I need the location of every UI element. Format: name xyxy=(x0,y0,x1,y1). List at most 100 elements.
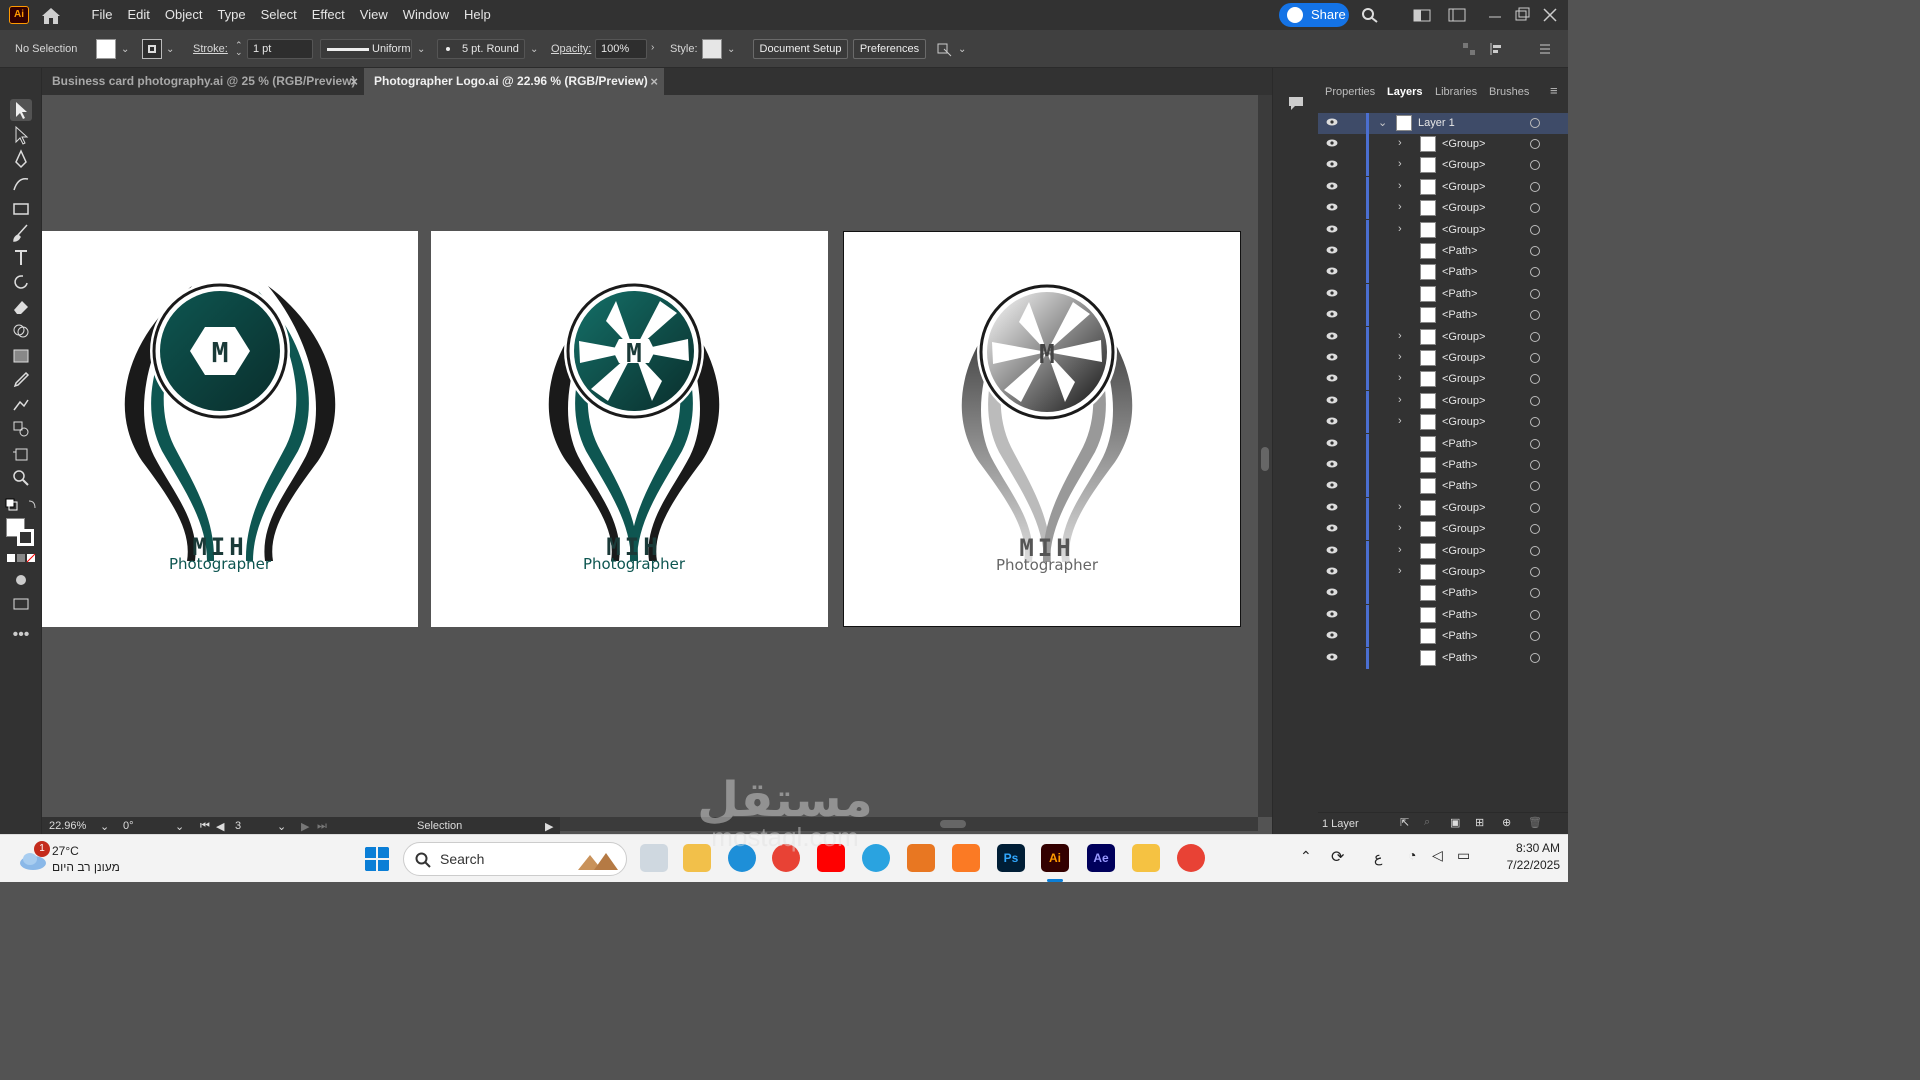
opacity-label[interactable]: Opacity: xyxy=(551,43,591,55)
expand-chevron-icon[interactable]: › xyxy=(1398,415,1402,427)
target-circle-icon[interactable] xyxy=(1530,246,1540,256)
item-name[interactable]: <Path> xyxy=(1442,459,1477,471)
tray-chevron-icon[interactable]: ⌃ xyxy=(1300,848,1312,865)
artboard-tool-icon[interactable] xyxy=(10,443,32,465)
target-circle-icon[interactable] xyxy=(1530,481,1540,492)
stroke-color-swatch[interactable] xyxy=(17,529,34,546)
first-artboard-icon[interactable]: ⏮ xyxy=(200,820,210,833)
item-name[interactable]: <Group> xyxy=(1442,523,1485,535)
opacity-field[interactable]: 100% xyxy=(595,39,647,59)
stroke-weight-field[interactable]: 1 pt xyxy=(247,39,313,59)
sync-icon[interactable]: ⟳ xyxy=(1331,847,1344,867)
direct-selection-tool-icon[interactable] xyxy=(10,124,32,146)
target-circle-icon[interactable] xyxy=(1530,288,1540,299)
layer-item-row[interactable]: › <Group> xyxy=(1318,176,1568,198)
tab-photographer-logo[interactable]: Photographer Logo.ai @ 22.96 % (RGB/Prev… xyxy=(364,68,664,95)
expand-chevron-icon[interactable]: › xyxy=(1398,223,1402,235)
stroke-profile-select[interactable]: Uniform xyxy=(320,39,412,59)
layer-item-row[interactable]: <Path> xyxy=(1318,583,1568,605)
search-icon[interactable] xyxy=(1361,7,1379,23)
item-name[interactable]: <Group> xyxy=(1442,352,1485,364)
layer-item-row[interactable]: <Path> xyxy=(1318,433,1568,455)
rotation-value[interactable]: 0° xyxy=(123,820,134,832)
target-circle-icon[interactable] xyxy=(1530,203,1540,214)
status-arrow-icon[interactable]: ▶ xyxy=(545,820,553,833)
blend-tool-icon[interactable] xyxy=(10,394,32,416)
layer-item-row[interactable]: <Path> xyxy=(1318,455,1568,476)
workspace-icon[interactable] xyxy=(1448,7,1466,23)
store-icon[interactable] xyxy=(683,844,711,872)
layer-item-row[interactable]: <Path> xyxy=(1318,626,1568,648)
expand-chevron-icon[interactable]: › xyxy=(1398,394,1402,406)
zoom-level[interactable]: 22.96% xyxy=(49,820,86,832)
zoom-chevron-icon[interactable]: ⌄ xyxy=(100,820,109,833)
visibility-eye-icon[interactable] xyxy=(1326,481,1338,489)
target-circle-icon[interactable] xyxy=(1530,652,1540,663)
expand-chevron-icon[interactable]: › xyxy=(1398,137,1402,149)
visibility-eye-icon[interactable] xyxy=(1326,160,1338,168)
visibility-eye-icon[interactable] xyxy=(1326,610,1338,618)
restore-icon[interactable] xyxy=(1513,7,1531,23)
target-circle-icon[interactable] xyxy=(1530,609,1540,620)
layer-item-row[interactable]: › <Group> xyxy=(1318,497,1568,519)
eraser-tool-icon[interactable] xyxy=(10,296,32,318)
taskbar-search[interactable]: Search xyxy=(403,842,627,876)
item-name[interactable]: <Group> xyxy=(1442,224,1485,236)
expand-chevron-icon[interactable]: › xyxy=(1398,330,1402,342)
preferences-button[interactable]: Preferences xyxy=(853,39,926,59)
item-name[interactable]: <Group> xyxy=(1442,331,1485,343)
zoom-tool-icon[interactable] xyxy=(10,467,32,489)
panel-menu-icon[interactable] xyxy=(1538,42,1552,56)
target-circle-icon[interactable] xyxy=(1530,160,1540,171)
tab-close-icon[interactable]: × xyxy=(350,68,358,95)
fill-chevron-icon[interactable]: ⌄ xyxy=(121,45,131,55)
item-name[interactable]: <Path> xyxy=(1442,438,1477,450)
expand-chevron-icon[interactable]: › xyxy=(1398,565,1402,577)
item-name[interactable]: <Group> xyxy=(1442,502,1485,514)
expand-chevron-icon[interactable]: › xyxy=(1398,351,1402,363)
visibility-eye-icon[interactable] xyxy=(1326,396,1338,404)
item-name[interactable]: <Group> xyxy=(1442,566,1485,578)
expand-chevron-icon[interactable]: › xyxy=(1398,522,1402,534)
panel-options-icon[interactable]: ≡ xyxy=(1550,83,1558,98)
tab-close-icon[interactable]: × xyxy=(650,68,658,95)
canvas-area[interactable]: M MIH Photographer M MIH Photographer M … xyxy=(42,95,1258,817)
distribute-icon[interactable] xyxy=(1489,42,1503,56)
stroke-swatch[interactable] xyxy=(142,39,162,59)
artboard-number[interactable]: 3 xyxy=(235,820,241,832)
youtube-icon[interactable] xyxy=(817,844,845,872)
visibility-eye-icon[interactable] xyxy=(1326,310,1338,318)
artboard-chevron-icon[interactable]: ⌄ xyxy=(277,820,286,833)
arrange-documents-icon[interactable] xyxy=(1413,7,1431,23)
item-name[interactable]: <Path> xyxy=(1442,266,1477,278)
layer-name[interactable]: Layer 1 xyxy=(1418,117,1455,129)
layer-item-row[interactable]: <Path> xyxy=(1318,604,1568,626)
target-circle-icon[interactable] xyxy=(1530,460,1540,470)
menu-edit[interactable]: Edit xyxy=(120,0,157,30)
menu-file[interactable]: File xyxy=(84,0,120,30)
curvature-tool-icon[interactable] xyxy=(10,173,32,195)
visibility-eye-icon[interactable] xyxy=(1326,503,1338,511)
arrange-chevron-icon[interactable]: ⌄ xyxy=(958,45,968,55)
visibility-eye-icon[interactable] xyxy=(1326,417,1338,425)
expand-chevron-icon[interactable]: › xyxy=(1398,372,1402,384)
close-icon[interactable] xyxy=(1541,7,1559,23)
next-artboard-icon[interactable]: ▶ xyxy=(301,820,309,833)
target-circle-icon[interactable] xyxy=(1530,631,1540,642)
visibility-eye-icon[interactable] xyxy=(1326,439,1338,447)
layer-item-row[interactable]: › <Group> xyxy=(1318,134,1568,155)
visibility-eye-icon[interactable] xyxy=(1326,653,1338,661)
target-circle-icon[interactable] xyxy=(1530,139,1540,149)
xampp-icon[interactable] xyxy=(952,844,980,872)
target-circle-icon[interactable] xyxy=(1530,395,1540,406)
paintbrush-tool-icon[interactable] xyxy=(10,222,32,244)
wifi-icon[interactable]: ◔ xyxy=(1408,847,1416,863)
tab-libraries[interactable]: Libraries xyxy=(1435,86,1477,98)
chrome-profile-icon[interactable] xyxy=(1177,844,1205,872)
horizontal-scroll-thumb[interactable] xyxy=(940,820,966,828)
opacity-arrow-icon[interactable]: › xyxy=(651,43,661,53)
target-circle-icon[interactable] xyxy=(1530,224,1540,235)
task-view-icon[interactable] xyxy=(640,844,668,872)
share-button[interactable]: Share xyxy=(1279,3,1349,27)
menu-help[interactable]: Help xyxy=(456,0,498,30)
